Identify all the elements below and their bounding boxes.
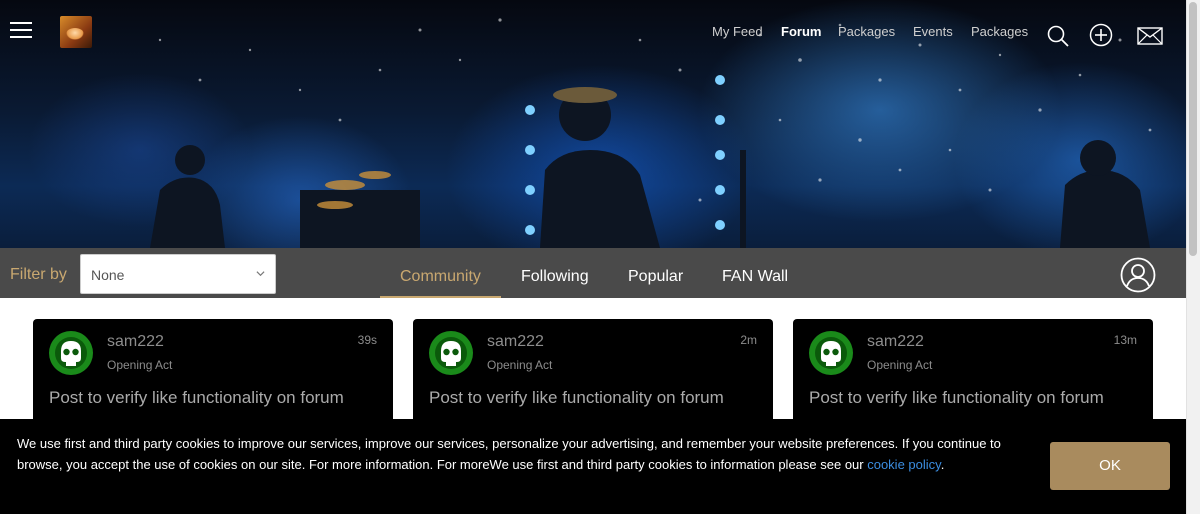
post-username[interactable]: sam222 bbox=[107, 333, 164, 351]
plus-circle-icon[interactable] bbox=[1089, 23, 1113, 47]
user-profile-icon[interactable] bbox=[1120, 257, 1156, 293]
nav-forum[interactable]: Forum bbox=[781, 24, 821, 39]
post-user-rank: Opening Act bbox=[487, 358, 553, 372]
cookie-text: We use first and third party cookies to … bbox=[17, 436, 1001, 472]
cookie-ok-button[interactable]: OK bbox=[1050, 442, 1170, 490]
post-user-rank: Opening Act bbox=[867, 358, 933, 372]
nav-packages-2[interactable]: Packages bbox=[971, 24, 1028, 39]
post-title[interactable]: Post to verify like functionality on for… bbox=[49, 388, 344, 408]
nav-my-feed[interactable]: My Feed bbox=[712, 24, 763, 39]
filter-label: Filter by bbox=[10, 266, 67, 283]
tab-following[interactable]: Following bbox=[521, 268, 589, 286]
site-logo[interactable] bbox=[60, 16, 92, 48]
post-title[interactable]: Post to verify like functionality on for… bbox=[429, 388, 724, 408]
post-card[interactable]: sam222 Opening Act 13m Post to verify li… bbox=[793, 319, 1153, 429]
search-icon[interactable] bbox=[1046, 24, 1070, 48]
avatar-skull-icon bbox=[429, 331, 473, 375]
mail-icon[interactable] bbox=[1137, 27, 1163, 45]
cookie-policy-link[interactable]: cookie policy bbox=[867, 457, 940, 472]
post-user-rank: Opening Act bbox=[107, 358, 173, 372]
post-username[interactable]: sam222 bbox=[867, 333, 924, 351]
cookie-message: We use first and third party cookies to … bbox=[17, 433, 1017, 475]
post-username[interactable]: sam222 bbox=[487, 333, 544, 351]
filter-select[interactable]: None bbox=[80, 254, 276, 294]
post-timestamp: 39s bbox=[357, 333, 377, 347]
post-card[interactable]: sam222 Opening Act 39s Post to verify li… bbox=[33, 319, 393, 429]
avatar-skull-icon bbox=[49, 331, 93, 375]
avatar-skull-icon bbox=[809, 331, 853, 375]
tab-community[interactable]: Community bbox=[400, 268, 481, 286]
tab-fan-wall[interactable]: FAN Wall bbox=[722, 268, 788, 286]
post-card[interactable]: sam222 Opening Act 2m Post to verify lik… bbox=[413, 319, 773, 429]
filter-selected-value: None bbox=[91, 267, 125, 283]
post-timestamp: 2m bbox=[740, 333, 757, 347]
tab-popular[interactable]: Popular bbox=[628, 268, 683, 286]
post-timestamp: 13m bbox=[1113, 333, 1137, 347]
nav-events[interactable]: Events bbox=[913, 24, 953, 39]
cookie-suffix: . bbox=[940, 457, 945, 472]
page: My Feed Forum Packages Events Packages F… bbox=[0, 0, 1200, 514]
menu-icon[interactable] bbox=[10, 22, 32, 40]
chevron-down-icon bbox=[256, 271, 265, 277]
scrollbar-thumb[interactable] bbox=[1189, 2, 1197, 256]
nav-packages[interactable]: Packages bbox=[838, 24, 895, 39]
post-title[interactable]: Post to verify like functionality on for… bbox=[809, 388, 1104, 408]
